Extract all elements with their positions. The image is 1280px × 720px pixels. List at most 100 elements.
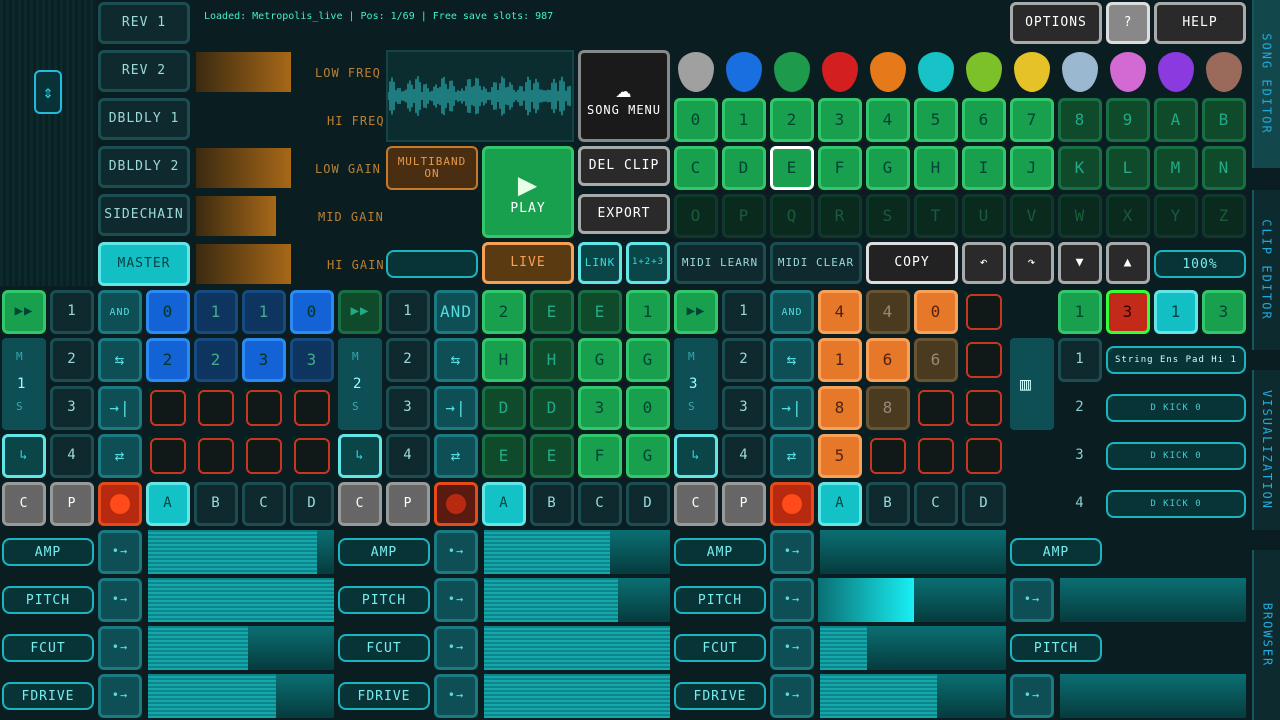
zoom-display[interactable]: 100%: [1154, 250, 1246, 278]
track3-clip-4[interactable]: 6: [866, 338, 910, 382]
track1-clip-4[interactable]: 2: [146, 338, 190, 382]
track3-clip-6[interactable]: 8: [818, 386, 862, 430]
master-fader-handle[interactable]: ⇕: [34, 70, 62, 114]
undo-button[interactable]: ↶: [962, 242, 1006, 284]
track4-top-3-button[interactable]: 3: [1202, 290, 1246, 334]
track1-clip-6[interactable]: 3: [242, 338, 286, 382]
track3-scene-A-button[interactable]: A: [818, 482, 862, 526]
track2-clip-12[interactable]: E: [482, 434, 526, 478]
track1-scene-B-button[interactable]: B: [194, 482, 238, 526]
track3-step-icon[interactable]: →|: [770, 386, 814, 430]
track3-empty-clip-3-3[interactable]: [966, 438, 1002, 474]
track3-clip-0[interactable]: 4: [818, 290, 862, 334]
track1-channel-1-button[interactable]: 1: [50, 290, 94, 334]
track1-clip-7[interactable]: 3: [290, 338, 334, 382]
track1-empty-clip-2-0[interactable]: [150, 390, 186, 426]
track2-clip-15[interactable]: G: [626, 434, 670, 478]
pick-yellow-icon[interactable]: [1014, 52, 1050, 92]
track1-fdrive-route-button[interactable]: •→: [98, 674, 142, 718]
track3-repeat-icon[interactable]: ⇄: [770, 434, 814, 478]
track1-loop-icon[interactable]: ⇆: [98, 338, 142, 382]
pattern-B-button[interactable]: B: [1202, 98, 1246, 142]
track4-top-0-button[interactable]: 1: [1058, 290, 1102, 334]
master-button[interactable]: MASTER: [98, 242, 190, 286]
track1-repeat-icon[interactable]: ⇄: [98, 434, 142, 478]
track3-clip-3[interactable]: 1: [818, 338, 862, 382]
track4-pitch-route-button[interactable]: •→: [1010, 674, 1054, 718]
track3-fdrive-button[interactable]: FDRIVE: [674, 682, 766, 710]
track2-loop-icon[interactable]: ⇆: [434, 338, 478, 382]
track1-solo-label[interactable]: S: [16, 400, 32, 416]
pattern-9-button[interactable]: 9: [1106, 98, 1150, 142]
rev2-button[interactable]: REV 2: [98, 50, 190, 92]
track1-empty-clip-2-3[interactable]: [294, 390, 330, 426]
pattern-N-button[interactable]: N: [1202, 146, 1246, 190]
track2-amp-route-button[interactable]: •→: [434, 530, 478, 574]
pattern-Y-button[interactable]: Y: [1154, 194, 1198, 238]
track4-slot-2[interactable]: D KICK 0: [1106, 442, 1246, 470]
triplet-button[interactable]: 1+2+3: [626, 242, 670, 284]
track2-pitch-route-button[interactable]: •→: [434, 578, 478, 622]
link-button[interactable]: LINK: [578, 242, 622, 284]
play-button[interactable]: ▶ PLAY: [482, 146, 574, 238]
pattern-1-button[interactable]: 1: [722, 98, 766, 142]
pick-pink-icon[interactable]: [1110, 52, 1146, 92]
track1-clip-2[interactable]: 1: [242, 290, 286, 334]
pick-brown-icon[interactable]: [1206, 52, 1242, 92]
track1-step-icon[interactable]: →|: [98, 386, 142, 430]
track3-channel-2-button[interactable]: 2: [722, 338, 766, 382]
track2-amp-level-bar[interactable]: [484, 530, 670, 574]
pattern-U-button[interactable]: U: [962, 194, 1006, 238]
track3-fdrive-route-button[interactable]: •→: [770, 674, 814, 718]
track3-pitch-route-button[interactable]: •→: [770, 578, 814, 622]
pattern-Q-button[interactable]: Q: [770, 194, 814, 238]
track1-scene-D-button[interactable]: D: [290, 482, 334, 526]
pattern-O-button[interactable]: O: [674, 194, 718, 238]
live-button[interactable]: LIVE: [482, 242, 574, 284]
pick-lightblue-icon[interactable]: [1062, 52, 1098, 92]
pick-cyan-icon[interactable]: [918, 52, 954, 92]
track3-scene-C-button[interactable]: C: [914, 482, 958, 526]
track3-fdrive-level-bar[interactable]: [820, 674, 1006, 718]
track1-fcut-button[interactable]: FCUT: [2, 634, 94, 662]
track1-paste-p-button[interactable]: P: [50, 482, 94, 526]
track4-slot-3[interactable]: D KICK 0: [1106, 490, 1246, 518]
track4-amp-level-bar[interactable]: [1060, 578, 1246, 622]
track1-clip-0[interactable]: 0: [146, 290, 190, 334]
track2-channel-1-button[interactable]: 1: [386, 290, 430, 334]
track2-channel-2-button[interactable]: 2: [386, 338, 430, 382]
song-menu-button[interactable]: ☁ SONG MENU: [578, 50, 670, 142]
track3-clip-2[interactable]: 0: [914, 290, 958, 334]
track3-fcut-level-bar[interactable]: [820, 626, 1006, 670]
track1-mute-label[interactable]: M: [16, 350, 32, 366]
track3-paste-p-button[interactable]: P: [722, 482, 766, 526]
pattern-D-button[interactable]: D: [722, 146, 766, 190]
blank-slot-button[interactable]: [386, 250, 478, 278]
midi-clear-button[interactable]: MIDI CLEAR: [770, 242, 862, 284]
track1-fcut-level-bar[interactable]: [148, 626, 334, 670]
pattern-P-button[interactable]: P: [722, 194, 766, 238]
track1-copy-c-button[interactable]: C: [2, 482, 46, 526]
redo-button[interactable]: ↷: [1010, 242, 1054, 284]
track2-scene-C-button[interactable]: C: [578, 482, 622, 526]
track3-empty-clip-3-1[interactable]: [870, 438, 906, 474]
export-button[interactable]: EXPORT: [578, 194, 670, 234]
del-clip-button[interactable]: DEL CLIP: [578, 146, 670, 186]
track3-amp-button[interactable]: AMP: [674, 538, 766, 566]
track1-and-button[interactable]: AND: [98, 290, 142, 334]
pick-red-icon[interactable]: [822, 52, 858, 92]
track1-route-button[interactable]: ↳: [2, 434, 46, 478]
track1-pitch-route-button[interactable]: •→: [98, 578, 142, 622]
track3-fastforward-button[interactable]: ▶▶: [674, 290, 718, 334]
pick-purple-icon[interactable]: [1158, 52, 1194, 92]
track1-clip-5[interactable]: 2: [194, 338, 238, 382]
pick-lime-icon[interactable]: [966, 52, 1002, 92]
pattern-X-button[interactable]: X: [1106, 194, 1150, 238]
track2-clip-13[interactable]: E: [530, 434, 574, 478]
track2-clip-9[interactable]: D: [530, 386, 574, 430]
pattern-A-button[interactable]: A: [1154, 98, 1198, 142]
track4-pitch-level-bar[interactable]: [1060, 674, 1246, 718]
track2-and-button[interactable]: AND: [434, 290, 478, 334]
eq-low-freq-slider[interactable]: [196, 52, 291, 92]
pattern-T-button[interactable]: T: [914, 194, 958, 238]
